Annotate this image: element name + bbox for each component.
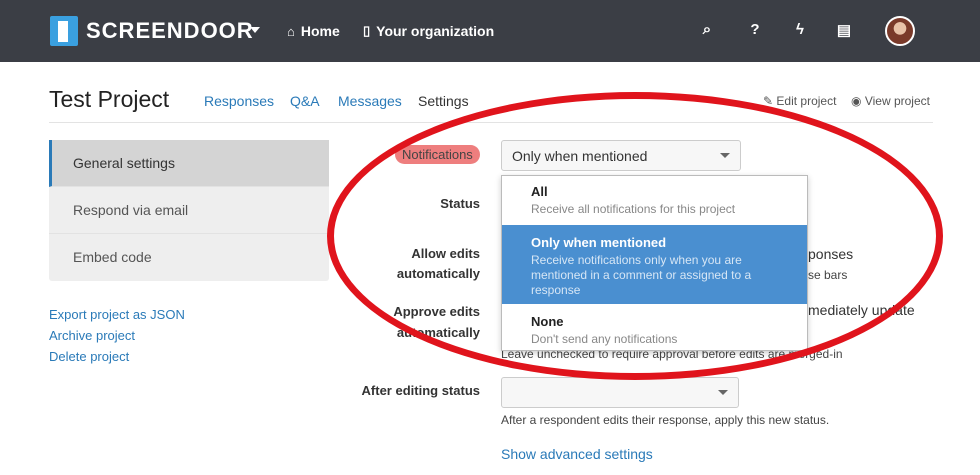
delete-project-link[interactable]: Delete project [49,349,129,364]
sidebar-item-general-settings[interactable]: General settings [49,140,329,187]
tab-messages[interactable]: Messages [338,93,402,109]
tab-responses[interactable]: Responses [204,93,274,109]
edit-project-link[interactable]: ✎ Edit project [763,94,836,108]
notifications-label: Notifications [395,145,480,164]
help-icon[interactable]: ? [745,21,765,38]
allow-edits-label-line2: automatically [396,266,480,281]
sidebar-item-embed-code[interactable]: Embed code [49,234,329,281]
door-logo-icon [50,16,78,46]
after-editing-status-help: After a respondent edits their response,… [501,413,830,427]
brand-logo[interactable]: SCREENDOOR [50,16,260,46]
approve-edits-label: Approve edits [393,304,480,319]
home-icon: ⌂ [287,23,295,39]
nav-home-label: Home [300,23,340,39]
nav-organization[interactable]: ▯ Your organization [363,23,494,39]
notifications-dropdown-menu: All Receive all notifications for this p… [501,175,808,351]
bolt-icon[interactable]: ϟ [790,21,810,38]
option-title: None [531,314,564,329]
chevron-down-icon [718,390,728,395]
notifications-select-value: Only when mentioned [512,148,648,164]
document-icon[interactable]: ▤ [834,21,854,39]
option-description: Don't send any notifications [531,332,678,346]
top-navbar: SCREENDOOR ⌂ Home ▯ Your organization ⌕ … [0,0,980,62]
settings-menu: General settings Respond via email Embed… [49,140,329,281]
tab-settings[interactable]: Settings [418,93,469,109]
page-title: Test Project [49,86,170,112]
approve-edits-checkbox-text[interactable]: mediately update [808,302,915,318]
allow-edits-checkbox-text[interactable]: ponses [808,246,853,262]
export-json-link[interactable]: Export project as JSON [49,307,185,322]
brand-name: SCREENDOOR [86,18,254,43]
option-description: Receive notifications only when you are … [531,253,752,297]
dropdown-option-all[interactable]: All Receive all notifications for this p… [502,184,807,224]
after-editing-status-select[interactable] [501,377,739,408]
view-project-label: View project [864,94,930,108]
status-label: Status [440,196,480,211]
nav-home[interactable]: ⌂ Home [287,23,340,39]
chevron-down-icon[interactable] [250,27,260,33]
option-title: All [531,184,548,199]
archive-project-link[interactable]: Archive project [49,328,135,343]
eye-icon: ◉ [851,94,862,108]
edit-project-label: Edit project [776,94,837,108]
after-editing-status-label: After editing status [361,383,480,398]
dropdown-option-none[interactable]: None Don't send any notifications [502,314,807,350]
view-project-link[interactable]: ◉ View project [851,94,930,108]
allow-edits-label: Allow edits [411,246,480,261]
tab-qa[interactable]: Q&A [290,93,320,109]
dropdown-option-only-when-mentioned[interactable]: Only when mentioned Receive notification… [502,225,807,304]
sidebar-item-respond-via-email[interactable]: Respond via email [49,187,329,234]
chevron-down-icon [720,153,730,158]
pencil-icon: ✎ [763,94,774,108]
notifications-select[interactable]: Only when mentioned [501,140,741,171]
nav-organization-label: Your organization [376,23,495,39]
building-icon: ▯ [363,23,371,38]
header-divider [49,122,933,123]
avatar[interactable] [885,16,915,46]
option-description: Receive all notifications for this proje… [531,202,736,216]
option-title: Only when mentioned [531,235,667,250]
show-advanced-settings-link[interactable]: Show advanced settings [501,446,653,462]
search-icon[interactable]: ⌕ [697,21,717,38]
approve-edits-label-line2: automatically [396,325,480,340]
allow-edits-help: se bars [808,268,848,282]
